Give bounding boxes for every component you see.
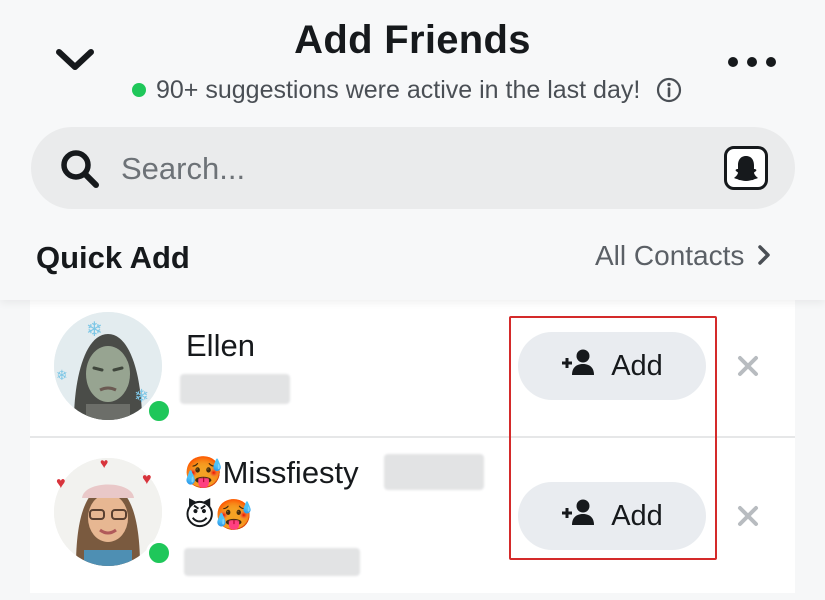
more-dot xyxy=(747,57,757,67)
more-dot xyxy=(728,57,738,67)
search-input[interactable] xyxy=(119,127,713,211)
avatar[interactable]: ❄ ❄ ❄ xyxy=(54,312,172,424)
suggestion-name: Ellen xyxy=(186,328,255,363)
ghost-icon[interactable] xyxy=(724,146,768,190)
all-contacts-link[interactable]: All Contacts xyxy=(595,240,771,272)
suggestion-name-text: Missfiesty xyxy=(222,455,359,490)
close-icon[interactable] xyxy=(728,496,768,536)
add-button-label: Add xyxy=(611,499,663,532)
search-icon xyxy=(59,148,101,195)
svg-text:❄: ❄ xyxy=(134,386,149,406)
all-contacts-label: All Contacts xyxy=(595,240,745,271)
active-dot-icon xyxy=(132,83,146,97)
online-status-dot xyxy=(146,540,172,566)
page-title: Add Friends xyxy=(294,18,531,62)
close-icon[interactable] xyxy=(728,346,768,386)
avatar[interactable]: ♥ ♥ ♥ xyxy=(54,455,172,566)
quick-add-title: Quick Add xyxy=(36,240,190,275)
add-friend-button[interactable]: Add xyxy=(518,332,706,400)
suggestion-card: ♥ ♥ ♥ 🥵Missfiesty 😈🥵 Add xyxy=(30,438,795,593)
add-friend-icon xyxy=(561,348,595,384)
more-icon[interactable] xyxy=(728,50,776,74)
redacted-username xyxy=(180,374,290,404)
active-suggestions-notice: 90+ suggestions were active in the last … xyxy=(132,74,682,106)
online-status-dot xyxy=(146,398,172,424)
add-friend-icon xyxy=(561,498,595,534)
suggestion-name: 🥵Missfiesty xyxy=(184,454,359,491)
name-emoji: 🥵 xyxy=(184,455,223,490)
info-icon[interactable] xyxy=(656,77,682,103)
active-suggestions-text: 90+ suggestions were active in the last … xyxy=(156,75,641,104)
svg-text:❄: ❄ xyxy=(86,319,103,341)
svg-text:♥: ♥ xyxy=(100,458,108,471)
add-button-label: Add xyxy=(611,349,663,382)
search-bar xyxy=(31,127,795,211)
suggestion-card: ❄ ❄ ❄ Ellen Add xyxy=(30,300,795,438)
svg-text:❄: ❄ xyxy=(56,367,68,383)
chevron-right-icon xyxy=(758,240,771,272)
redacted-username xyxy=(184,548,360,576)
redacted-name-suffix xyxy=(384,454,484,490)
more-dot xyxy=(766,57,776,67)
svg-text:♥: ♥ xyxy=(142,471,152,488)
svg-text:♥: ♥ xyxy=(56,475,66,492)
name-emoji-line: 😈🥵 xyxy=(184,499,253,532)
add-friend-button[interactable]: Add xyxy=(518,482,706,550)
header: Add Friends 90+ suggestions were active … xyxy=(0,0,825,300)
